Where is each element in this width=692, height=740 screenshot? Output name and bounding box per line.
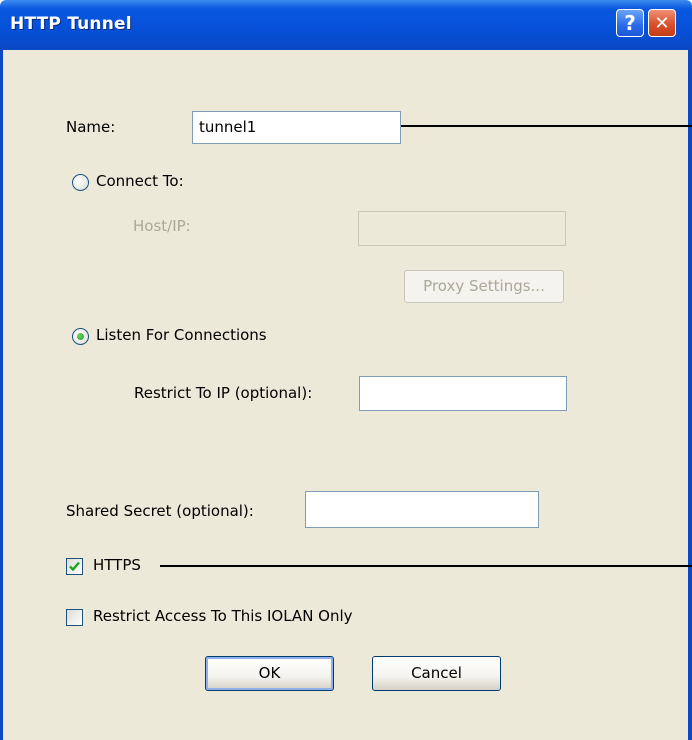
restrict-access-label: Restrict Access To This IOLAN Only	[93, 607, 353, 625]
cancel-button[interactable]: Cancel	[372, 656, 501, 691]
title-bar[interactable]: HTTP Tunnel ? ✕	[0, 0, 692, 50]
proxy-settings-button[interactable]: Proxy Settings...	[404, 270, 564, 303]
dialog-body	[0, 50, 688, 740]
ok-button[interactable]: OK	[205, 656, 334, 691]
window-title: HTTP Tunnel	[10, 14, 132, 34]
restrict-ip-input[interactable]	[359, 376, 567, 411]
check-mark-icon	[69, 561, 80, 572]
help-icon: ?	[624, 11, 636, 35]
window-border	[688, 50, 692, 740]
radio-selected-dot	[77, 333, 84, 340]
listen-radio[interactable]	[72, 328, 89, 345]
https-checkbox[interactable]	[66, 558, 83, 575]
connect-to-radio[interactable]	[72, 174, 89, 191]
connect-to-label: Connect To:	[96, 172, 184, 190]
name-label: Name:	[66, 118, 116, 136]
help-button[interactable]: ?	[616, 9, 644, 37]
name-callout-line	[401, 125, 692, 127]
close-button[interactable]: ✕	[648, 9, 676, 37]
listen-label: Listen For Connections	[96, 326, 267, 344]
name-input[interactable]: tunnel1	[192, 111, 401, 144]
restrict-access-checkbox[interactable]	[66, 609, 83, 626]
close-icon: ✕	[654, 12, 670, 34]
https-label: HTTPS	[93, 556, 141, 574]
shared-secret-input[interactable]	[305, 491, 539, 528]
host-ip-label: Host/IP:	[133, 217, 191, 235]
restrict-ip-label: Restrict To IP (optional):	[134, 384, 313, 402]
host-ip-input[interactable]	[358, 211, 566, 246]
https-callout-line	[160, 565, 692, 567]
http-tunnel-dialog: HTTP Tunnel ? ✕ Name: tunnel1 Connect To…	[0, 0, 692, 740]
shared-secret-label: Shared Secret (optional):	[66, 502, 254, 520]
